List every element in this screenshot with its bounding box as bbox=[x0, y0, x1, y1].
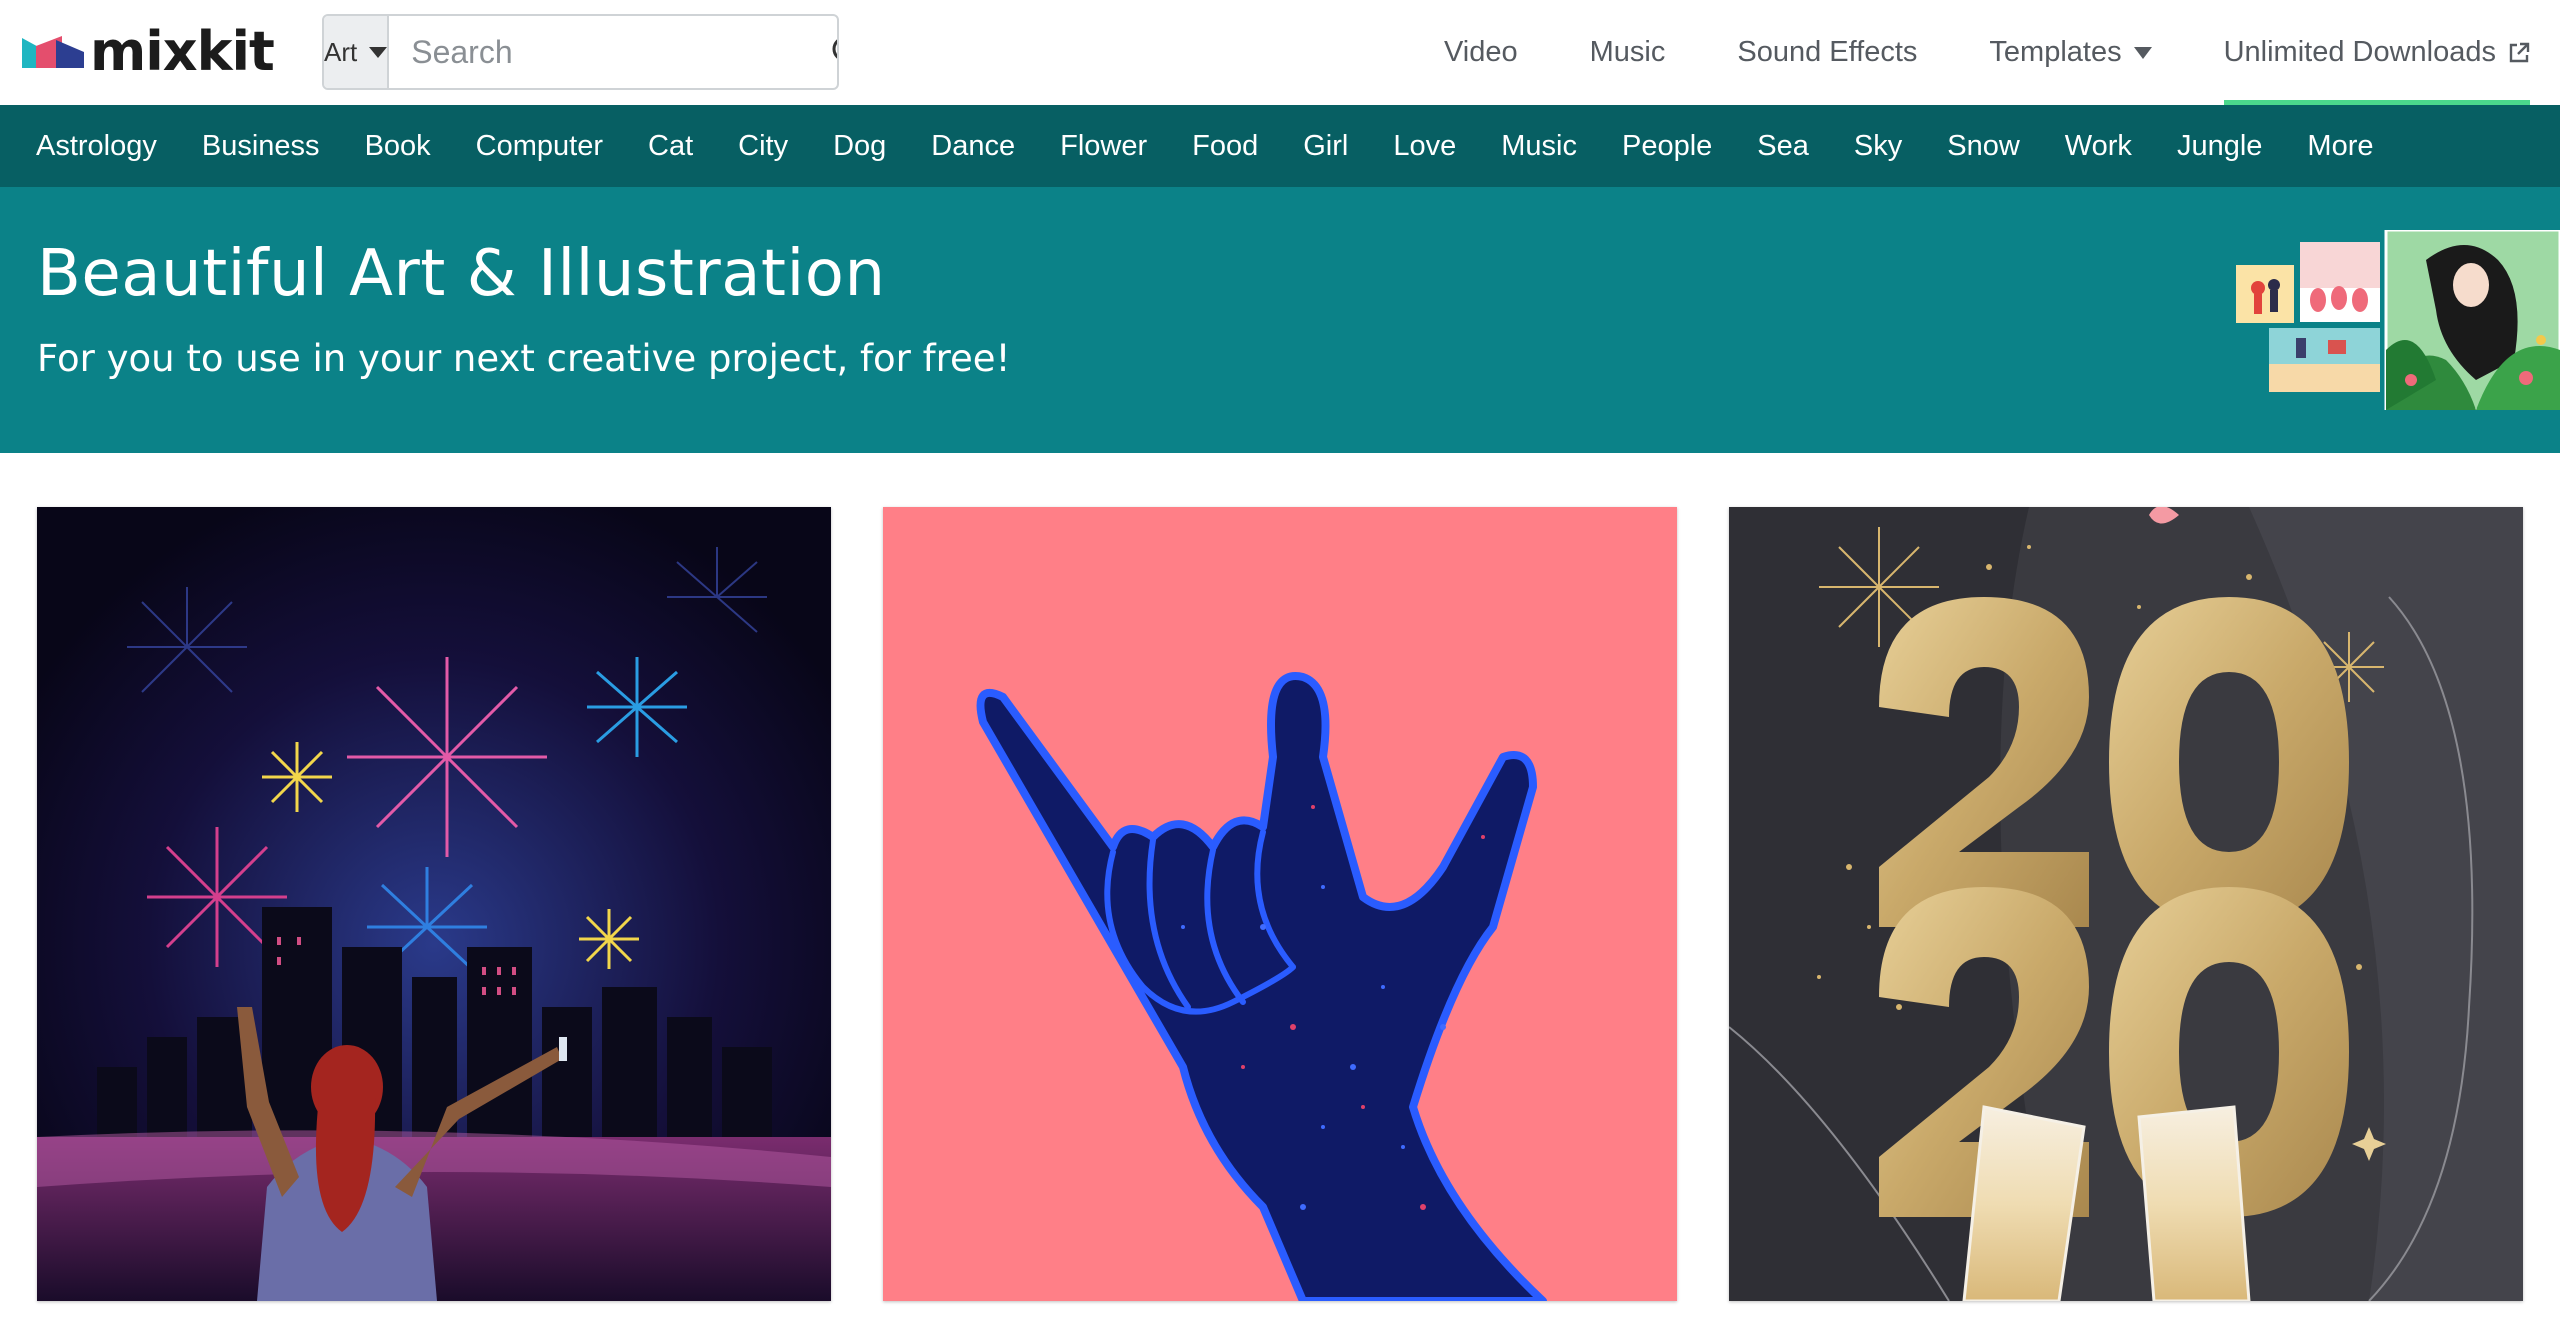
category-girl[interactable]: Girl bbox=[1303, 130, 1348, 163]
logo-wordmark: mixkit bbox=[90, 20, 275, 83]
category-sky[interactable]: Sky bbox=[1854, 130, 1902, 163]
category-music[interactable]: Music bbox=[1501, 130, 1577, 163]
nav-unlimited-downloads-label: Unlimited Downloads bbox=[2223, 36, 2496, 68]
hero-banner: Beautiful Art & Illustration For you to … bbox=[0, 187, 2560, 453]
search-category-label: Art bbox=[324, 36, 358, 67]
art-card-fireworks[interactable] bbox=[37, 507, 831, 1301]
category-flower[interactable]: Flower bbox=[1060, 130, 1147, 163]
mixkit-logo[interactable]: mixkit bbox=[22, 20, 275, 83]
nav-video[interactable]: Video bbox=[1444, 0, 1518, 105]
category-book[interactable]: Book bbox=[365, 130, 431, 163]
page-subtitle: For you to use in your next creative pro… bbox=[37, 337, 1011, 380]
page-title: Beautiful Art & Illustration bbox=[37, 237, 886, 311]
top-navigation: Video Music Sound Effects Templates Unli… bbox=[1372, 0, 2531, 105]
category-jungle[interactable]: Jungle bbox=[2177, 130, 2262, 163]
category-dog[interactable]: Dog bbox=[833, 130, 886, 163]
art-card-2020[interactable] bbox=[1729, 507, 2523, 1301]
nav-video-label: Video bbox=[1443, 36, 1518, 68]
category-city[interactable]: City bbox=[738, 130, 788, 163]
category-business[interactable]: Business bbox=[202, 130, 320, 163]
search-category-select[interactable]: Art bbox=[324, 16, 390, 88]
nav-music[interactable]: Music bbox=[1590, 0, 1666, 105]
nav-sound-effects[interactable]: Sound Effects bbox=[1737, 0, 1917, 105]
category-people[interactable]: People bbox=[1622, 130, 1712, 163]
category-more[interactable]: More bbox=[2307, 130, 2373, 163]
art-card-rock-hand[interactable] bbox=[883, 507, 1677, 1301]
category-cat[interactable]: Cat bbox=[648, 130, 693, 163]
dropdown-caret-icon bbox=[2133, 46, 2152, 59]
category-sea[interactable]: Sea bbox=[1757, 130, 1809, 163]
search-icon bbox=[832, 39, 837, 59]
logo-mark-icon bbox=[22, 36, 84, 68]
chevron-down-icon bbox=[369, 46, 388, 58]
category-love[interactable]: Love bbox=[1393, 130, 1456, 163]
rock-hand-illustration bbox=[883, 507, 1677, 1301]
category-dance[interactable]: Dance bbox=[931, 130, 1015, 163]
category-computer[interactable]: Computer bbox=[476, 130, 603, 163]
search-bar: Art bbox=[322, 14, 839, 90]
nav-sound-effects-label: Sound Effects bbox=[1737, 36, 1918, 68]
search-button[interactable] bbox=[831, 16, 837, 88]
external-link-icon bbox=[2509, 42, 2530, 62]
fireworks-city-illustration bbox=[37, 507, 831, 1301]
category-astrology[interactable]: Astrology bbox=[36, 130, 157, 163]
category-bar: Astrology Business Book Computer Cat Cit… bbox=[0, 105, 2560, 187]
category-snow[interactable]: Snow bbox=[1947, 130, 2020, 163]
nav-unlimited-downloads[interactable]: Unlimited Downloads bbox=[2223, 0, 2531, 105]
site-header: mixkit Art Video Music Sound Effects Tem… bbox=[0, 0, 2560, 105]
hero-collage-image bbox=[2236, 230, 2560, 410]
category-food[interactable]: Food bbox=[1192, 130, 1258, 163]
nav-templates[interactable]: Templates bbox=[1989, 0, 2152, 105]
nav-templates-label: Templates bbox=[1989, 36, 2122, 68]
search-input[interactable] bbox=[389, 16, 832, 88]
nav-music-label: Music bbox=[1589, 36, 1666, 68]
new-year-2020-illustration bbox=[1729, 507, 2523, 1301]
category-work[interactable]: Work bbox=[2065, 130, 2132, 163]
